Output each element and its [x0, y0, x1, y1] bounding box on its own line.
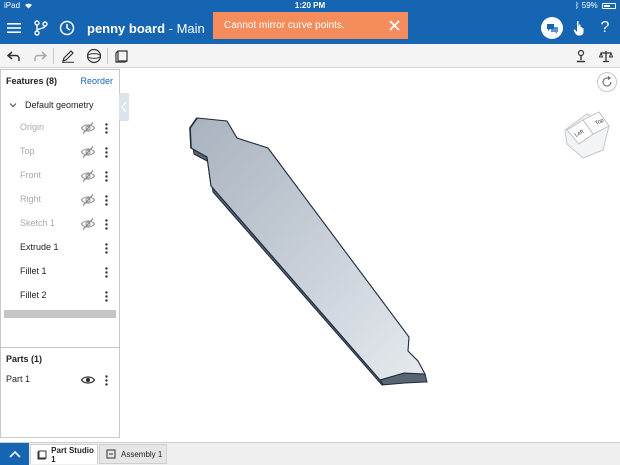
bluetooth-icon: ᛒ [574, 1, 580, 10]
feature-label: Fillet 1 [20, 266, 47, 276]
toast-message: Cannot mirror curve points. [224, 20, 345, 31]
rotate-view-icon [602, 76, 612, 87]
parts-title: Parts (1) [6, 354, 43, 364]
tab-bar: Part Studio 1 Assembly 1 [0, 442, 620, 465]
comments-button[interactable] [540, 16, 564, 40]
view-reset-button[interactable] [597, 72, 617, 92]
mate-connector-icon[interactable] [572, 47, 590, 65]
part-studio-icon [36, 449, 47, 461]
panel-collapse-handle[interactable] [119, 93, 129, 121]
kebab-menu-icon[interactable] [101, 193, 111, 207]
eye-hidden-icon[interactable] [80, 145, 96, 159]
assembly-icon [105, 448, 117, 460]
feature-label: Extrude 1 [20, 242, 59, 252]
feature-label: Right [20, 194, 42, 204]
eye-hidden-icon[interactable] [80, 121, 96, 135]
kebab-menu-icon[interactable] [101, 169, 111, 183]
tab-label: Part Studio 1 [51, 445, 94, 464]
feature-label: Origin [20, 122, 45, 132]
feature-row-sketch-1[interactable]: Sketch 1 [1, 212, 119, 236]
part-label: Part 1 [6, 374, 31, 384]
feature-label: Sketch 1 [20, 218, 56, 228]
toolbar-separator [53, 48, 54, 64]
kebab-menu-icon[interactable] [101, 121, 111, 135]
graphics-viewport[interactable] [121, 69, 620, 442]
chevron-left-icon [121, 101, 127, 113]
tab-label: Assembly 1 [121, 449, 163, 459]
document-name: penny board [87, 21, 166, 36]
help-icon[interactable]: ? [593, 16, 617, 40]
kebab-menu-icon[interactable] [101, 217, 111, 231]
status-time: 1:20 PM [294, 1, 326, 10]
chevron-up-icon [8, 450, 21, 458]
rollback-bar[interactable] [4, 310, 116, 318]
features-title: Features (8) [6, 76, 58, 86]
part-row-part-1[interactable]: Part 1 [1, 368, 119, 392]
chevron-down-icon[interactable] [8, 100, 18, 110]
undo-icon[interactable] [4, 47, 22, 65]
history-icon[interactable] [55, 16, 79, 40]
app-header: penny board - Main Cannot mirror curve p… [0, 12, 620, 44]
branch-icon[interactable] [29, 16, 53, 40]
plane-view-icon[interactable] [85, 47, 103, 65]
touch-hand-icon[interactable] [567, 16, 591, 40]
battery-icon [602, 3, 616, 9]
eye-hidden-icon[interactable] [80, 193, 96, 207]
part-render [189, 117, 428, 386]
eye-icon[interactable] [80, 373, 96, 387]
kebab-menu-icon[interactable] [101, 265, 111, 279]
feature-row-top[interactable]: Top [1, 140, 119, 164]
reorder-link[interactable]: Reorder [80, 76, 113, 86]
kebab-menu-icon[interactable] [101, 373, 111, 387]
mass-scale-icon[interactable] [597, 47, 615, 65]
feature-row-fillet-1[interactable]: Fillet 1 [1, 260, 119, 284]
feature-label: Fillet 2 [20, 290, 47, 300]
comments-icon [541, 17, 563, 39]
eye-hidden-icon[interactable] [80, 217, 96, 231]
tab-list-button[interactable] [0, 443, 29, 465]
feature-row-extrude-1[interactable]: Extrude 1 [1, 236, 119, 260]
menu-icon[interactable] [2, 16, 26, 40]
feature-label: Top [20, 146, 35, 156]
kebab-menu-icon[interactable] [101, 145, 111, 159]
feature-label: Front [20, 170, 42, 180]
kebab-menu-icon[interactable] [101, 241, 111, 255]
feature-list-panel: Features (8) Reorder Default geometry Or… [0, 69, 120, 438]
feature-row-front[interactable]: Front [1, 164, 119, 188]
tab-part-studio-1[interactable]: Part Studio 1 [30, 444, 98, 464]
error-toast: Cannot mirror curve points. [213, 12, 408, 39]
title-separator: - [165, 21, 177, 36]
toolbar-separator [107, 48, 108, 64]
feature-row-right[interactable]: Right [1, 188, 119, 212]
battery-percent: 59% [581, 1, 598, 10]
close-icon[interactable] [385, 15, 403, 35]
toolbar [0, 44, 620, 68]
workspace-name: Main [176, 21, 205, 36]
sketch-pencil-icon[interactable] [59, 47, 77, 65]
redo-icon[interactable] [31, 47, 49, 65]
document-title[interactable]: penny board - Main [87, 21, 205, 36]
feature-row-fillet-2[interactable]: Fillet 2 [1, 284, 119, 308]
eye-hidden-icon[interactable] [80, 169, 96, 183]
panel-divider [1, 347, 119, 348]
penny-board-part[interactable] [189, 117, 428, 386]
tab-assembly-1[interactable]: Assembly 1 [99, 444, 167, 464]
feature-row-origin[interactable]: Origin [1, 116, 119, 140]
view-cube[interactable]: Top Left [559, 104, 615, 160]
ios-status-bar: iPad 1:20 PM ᛒ 59% [0, 0, 620, 12]
default-geometry-group[interactable]: Default geometry [25, 100, 94, 110]
status-right: ᛒ 59% [575, 1, 616, 10]
kebab-menu-icon[interactable] [101, 289, 111, 303]
part-box-icon[interactable] [113, 47, 131, 65]
